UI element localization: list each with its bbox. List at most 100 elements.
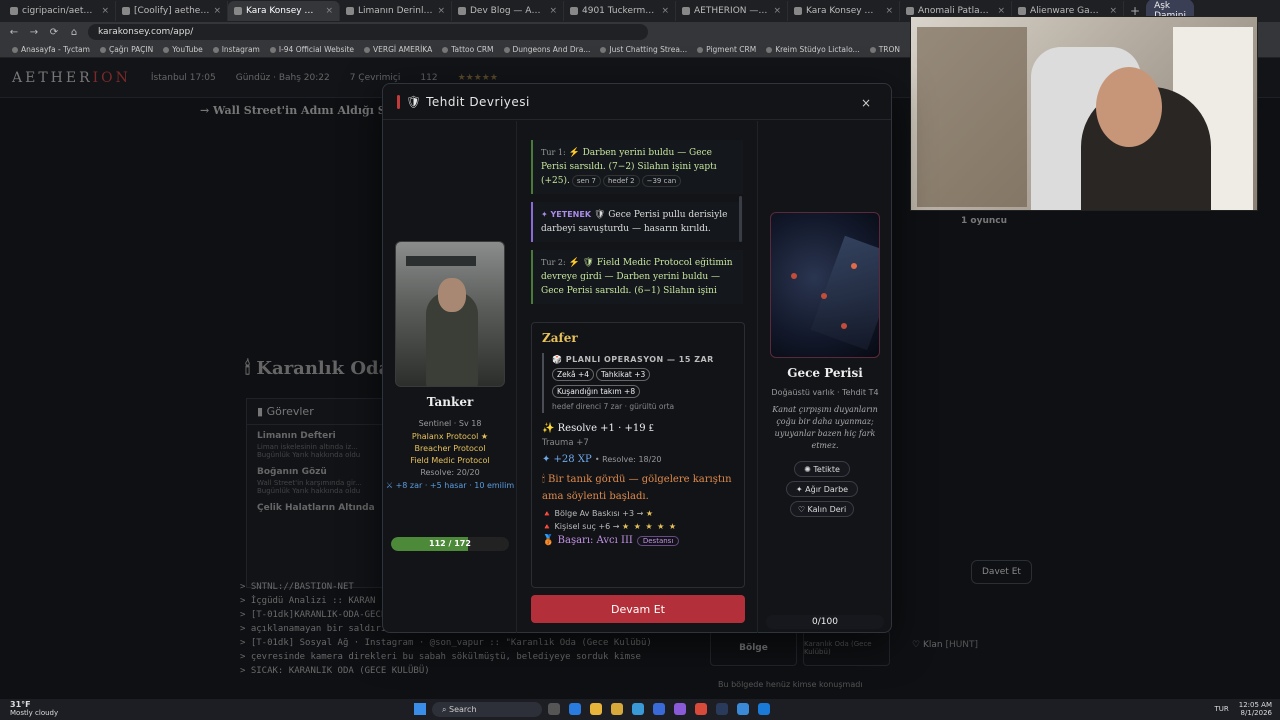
mission-title[interactable]: Çelik Halatların Altında	[247, 497, 385, 513]
tab-close-icon[interactable]: ×	[773, 6, 781, 16]
bookmark-favicon-icon	[869, 46, 876, 53]
logo-accent-text: ION	[92, 69, 131, 86]
modal-header: 🛡 Tehdit Devriyesi ×	[383, 84, 891, 120]
app-icon[interactable]	[716, 703, 728, 715]
browser-tab[interactable]: Limanın Derinliği — AETHE×	[340, 1, 452, 21]
bookmark-item[interactable]: VERGİ AMERİKA	[364, 45, 432, 54]
tab-region[interactable]: Bölge	[710, 630, 797, 666]
browser-tab[interactable]: AETHERION — Backoffice ×	[676, 1, 788, 21]
close-icon[interactable]: ×	[857, 94, 875, 112]
invite-button[interactable]: Davet Et	[971, 560, 1032, 584]
browser-tab[interactable]: Kara Konsey — Perde Arala×	[228, 1, 340, 21]
log-chip: hedef 2	[602, 175, 640, 187]
trait-thick-skin[interactable]: ♡ Kalın Deri	[790, 501, 854, 517]
region-pressure-stars: ★	[645, 509, 655, 518]
operation-title-text: PLANLI OPERASYON — 15 ZAR	[565, 355, 714, 364]
skill-tag: ✦ YETENEK	[541, 210, 592, 219]
forward-icon[interactable]: →	[28, 27, 40, 38]
tab-close-icon[interactable]: ×	[101, 6, 109, 16]
bookmark-item[interactable]: Dungeons And Dra...	[503, 45, 590, 54]
bookmark-favicon-icon	[442, 46, 449, 53]
missions-header-text: Görevler	[266, 405, 314, 418]
tab-favicon-icon	[346, 7, 354, 15]
log-scrollbar[interactable]	[739, 196, 742, 242]
address-bar[interactable]: karakonsey.com/app/	[88, 24, 648, 40]
browser-tab[interactable]: Dev Blog — AETHERION ×	[452, 1, 564, 21]
bookmark-item[interactable]: Pigment CRM	[697, 45, 756, 54]
tab-label: Kara Konsey — Perde Arala	[246, 6, 322, 16]
trait-heavy-strike[interactable]: ✦ Ağır Darbe	[786, 481, 858, 497]
combat-log[interactable]: Tur 1: ⚡ Darben yerini buldu — Gece Peri…	[531, 140, 743, 310]
windows-start-icon[interactable]	[414, 703, 426, 715]
bookmark-item[interactable]: YouTube	[163, 45, 203, 54]
tab-favicon-icon	[794, 7, 802, 15]
news-ticker: → Wall Street'in Adını Aldığı Sur	[200, 104, 400, 117]
tab-favicon-icon	[122, 7, 130, 15]
folder-icon[interactable]	[611, 703, 623, 715]
chrome-icon[interactable]	[590, 703, 602, 715]
taskbar-search[interactable]: ⌕ Search	[432, 702, 542, 717]
bookmark-item[interactable]: Just Chatting Strea...	[600, 45, 687, 54]
achievement-badge: Destansı	[636, 536, 680, 546]
hero-protocol: Breacher Protocol	[414, 444, 486, 453]
app-icon[interactable]	[695, 703, 707, 715]
weather-desc: Mostly cloudy	[10, 709, 59, 717]
bookmark-item[interactable]: Kreim Stüdyo Lictalo...	[766, 45, 860, 54]
tab-favicon-icon	[458, 7, 466, 15]
browser-tab[interactable]: 4901 Tuckerman St, Riverda ×	[564, 1, 676, 21]
task-view-icon[interactable]	[548, 703, 560, 715]
tab-favicon-icon	[906, 7, 914, 15]
bookmark-item[interactable]: TRON	[869, 45, 900, 54]
home-icon[interactable]: ⌂	[68, 27, 80, 38]
tab-region-detail[interactable]: Karanlık Oda (Gece Kulübü)	[803, 630, 890, 666]
browser-tab[interactable]: [Coolify] aetherion.a - Dep ×	[116, 1, 228, 21]
bookmark-item[interactable]: Instagram	[212, 45, 260, 54]
app-icon[interactable]	[758, 703, 770, 715]
browser-tab[interactable]: Kara Konsey — Perde Arala×	[788, 1, 900, 21]
site-logo[interactable]: AETHERION	[12, 70, 131, 86]
portrait-gun	[406, 256, 476, 266]
tab-clan[interactable]: ♡ Klan [HUNT]	[912, 640, 978, 650]
tab-close-icon[interactable]: ×	[997, 6, 1005, 16]
bookmark-favicon-icon	[269, 46, 276, 53]
region-pressure-line: 🔺 Bölge Av Baskısı +3 → ★	[542, 509, 655, 518]
header-stars: ★★★★★	[457, 72, 498, 83]
bookmark-item[interactable]: Çağrı PAÇIN	[99, 45, 153, 54]
browser-tab[interactable]: cigripacin/aetherion×	[4, 1, 116, 21]
trauma-line: Trauma +7	[542, 438, 589, 448]
op-pill: Kuşandığın takım +8	[552, 385, 641, 398]
console-line: > [T-01dk] Sosyal Ağ · Instagram · @son_…	[240, 636, 670, 650]
app-icon[interactable]	[737, 703, 749, 715]
bookmark-label: VERGİ AMERİKA	[373, 45, 433, 54]
mission-text: Liman iskelesinin altında iz... Bugünlük…	[257, 443, 361, 459]
mission-title[interactable]: Limanın Defteri	[247, 425, 385, 441]
reload-icon[interactable]: ⟳	[48, 27, 60, 38]
edge-icon[interactable]	[569, 703, 581, 715]
tab-close-icon[interactable]: ×	[325, 6, 333, 16]
bookmark-item[interactable]: Anasayfa - Tyctam	[12, 45, 90, 54]
bookmark-favicon-icon	[766, 46, 773, 53]
tab-close-icon[interactable]: ×	[885, 6, 893, 16]
trait-alert[interactable]: ✺ Tetikte	[794, 461, 850, 477]
log-turn-entry: Tur 2: ⚡ 🛡 Field Medic Protocol eğitimin…	[531, 250, 743, 304]
store-icon[interactable]	[632, 703, 644, 715]
weather-widget[interactable]: 31°F Mostly cloudy	[10, 701, 59, 718]
clock[interactable]: 12:05 AM 8/1/2026	[1239, 701, 1272, 717]
tab-close-icon[interactable]: ×	[213, 6, 221, 16]
app-icon[interactable]	[674, 703, 686, 715]
tab-close-icon[interactable]: ×	[437, 6, 445, 16]
back-icon[interactable]: ←	[8, 27, 20, 38]
tab-close-icon[interactable]: ×	[661, 6, 669, 16]
bookmark-item[interactable]: Tattoo CRM	[442, 45, 494, 54]
steam-icon[interactable]	[653, 703, 665, 715]
bookmark-item[interactable]: I-94 Official Website	[269, 45, 354, 54]
continue-button[interactable]: Devam Et	[531, 595, 745, 623]
tab-label: Anomali Patlaması Rozetle	[918, 6, 994, 16]
tab-close-icon[interactable]: ×	[549, 6, 557, 16]
mission-title[interactable]: Boğanın Gözü	[247, 461, 385, 477]
console-prompt: >	[240, 624, 251, 634]
language-indicator[interactable]: TUR	[1215, 705, 1229, 713]
personal-crime-stars: ★ ★ ★ ★ ★	[622, 522, 678, 531]
tab-close-icon[interactable]: ×	[1109, 6, 1117, 16]
hp-text: 112 / 172	[429, 539, 471, 548]
